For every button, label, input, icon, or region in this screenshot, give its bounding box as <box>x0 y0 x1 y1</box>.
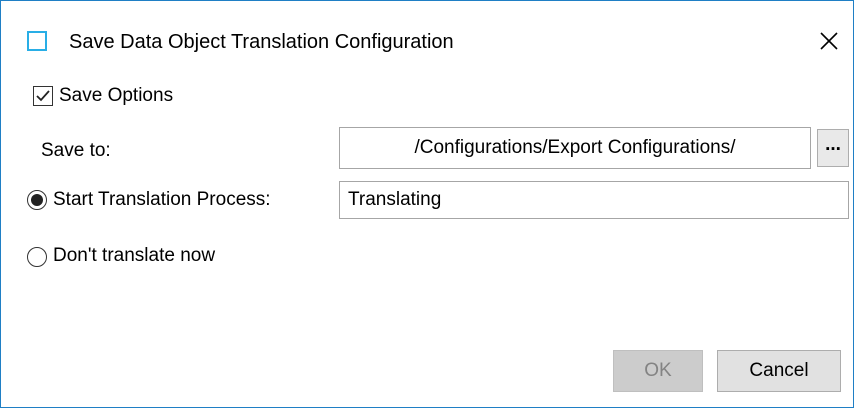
radio-selected-dot <box>31 194 43 206</box>
browse-button[interactable]: ... <box>817 129 849 167</box>
start-translation-label[interactable]: Start Translation Process: <box>53 189 271 211</box>
cancel-button-label: Cancel <box>749 360 809 381</box>
translation-process-input[interactable]: Translating <box>339 181 849 219</box>
ok-button[interactable]: OK <box>613 350 703 392</box>
save-translation-config-dialog: Save Data Object Translation Configurati… <box>0 0 854 408</box>
save-options-label[interactable]: Save Options <box>59 85 173 107</box>
dont-translate-label[interactable]: Don't translate now <box>53 245 215 267</box>
window-icon <box>27 31 47 51</box>
save-to-label: Save to: <box>41 140 111 161</box>
save-to-path-field[interactable]: /Configurations/Export Configurations/ <box>339 127 811 169</box>
cancel-button[interactable]: Cancel <box>717 350 841 392</box>
dont-translate-radio[interactable] <box>27 247 47 267</box>
browse-button-label: ... <box>825 133 841 155</box>
checkmark-icon <box>36 90 50 102</box>
close-icon <box>820 32 838 50</box>
dialog-title: Save Data Object Translation Configurati… <box>69 31 454 53</box>
start-translation-radio[interactable] <box>27 190 47 210</box>
close-button[interactable] <box>809 21 849 61</box>
ok-button-label: OK <box>644 360 672 381</box>
save-options-checkbox[interactable] <box>33 86 53 106</box>
translation-process-value: Translating <box>348 189 442 210</box>
save-to-path-value: /Configurations/Export Configurations/ <box>414 137 736 158</box>
